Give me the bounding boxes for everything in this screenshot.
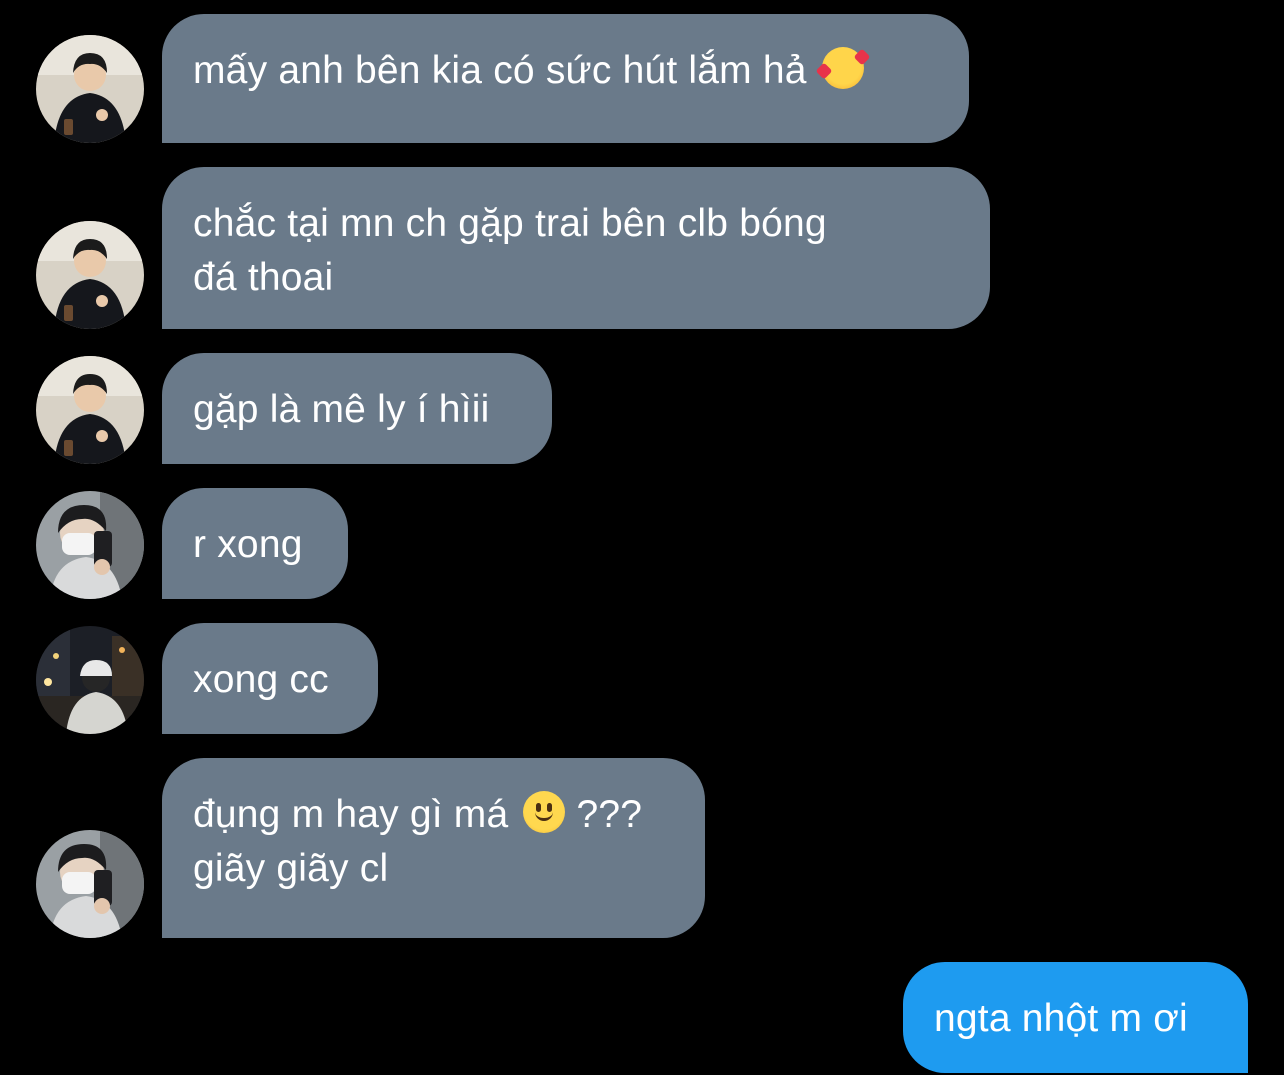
message-bubble-outgoing[interactable]: ngta nhột m ơi: [903, 962, 1248, 1073]
avatar-image: [36, 221, 144, 329]
message-text: chắc tại mn ch gặp trai bên clb bóng đá …: [193, 202, 827, 299]
sender-avatar[interactable]: [36, 830, 144, 938]
sender-avatar[interactable]: [36, 626, 144, 734]
smiling-face-with-hearts-icon: [821, 47, 864, 89]
message-row: ngta nhột m ơi: [0, 962, 1284, 1073]
message-text: mấy anh bên kia có sức hút lắm hả: [193, 49, 807, 92]
message-bubble-incoming[interactable]: xong cc: [162, 623, 378, 734]
message-bubble-incoming[interactable]: đụng m hay gì má ??? giãy giãy cl: [162, 758, 705, 938]
sender-avatar[interactable]: [36, 35, 144, 143]
message-text: ngta nhột m ơi: [934, 997, 1188, 1040]
message-text: r xong: [193, 523, 303, 566]
message-text-line-2: giãy giãy cl: [193, 847, 389, 890]
slightly-smiling-face-icon: [523, 791, 566, 833]
message-row: r xong: [0, 488, 1284, 599]
message-row: gặp là mê ly í hìii: [0, 353, 1284, 464]
message-row: xong cc: [0, 623, 1284, 734]
message-bubble-incoming[interactable]: gặp là mê ly í hìii: [162, 353, 552, 464]
message-row: đụng m hay gì má ??? giãy giãy cl: [0, 758, 1284, 938]
message-bubble-incoming[interactable]: r xong: [162, 488, 348, 599]
message-text-line-1-suffix: ???: [565, 793, 643, 836]
sender-avatar[interactable]: [36, 221, 144, 329]
avatar-image: [36, 356, 144, 464]
message-bubble-incoming[interactable]: mấy anh bên kia có sức hút lắm hả: [162, 14, 969, 143]
avatar-image: [36, 491, 144, 599]
message-row: mấy anh bên kia có sức hút lắm hả: [0, 14, 1284, 143]
message-text-line-1: đụng m hay gì má: [193, 793, 509, 836]
avatar-image: [36, 626, 144, 734]
message-text: xong cc: [193, 658, 329, 701]
sender-avatar[interactable]: [36, 491, 144, 599]
message-text: gặp là mê ly í hìii: [193, 388, 490, 431]
chat-thread: mấy anh bên kia có sức hút lắm hả chắc t…: [0, 0, 1284, 1075]
sender-avatar[interactable]: [36, 356, 144, 464]
avatar-image: [36, 830, 144, 938]
message-bubble-incoming[interactable]: chắc tại mn ch gặp trai bên clb bóng đá …: [162, 167, 990, 329]
avatar-image: [36, 35, 144, 143]
message-row: chắc tại mn ch gặp trai bên clb bóng đá …: [0, 167, 1284, 329]
